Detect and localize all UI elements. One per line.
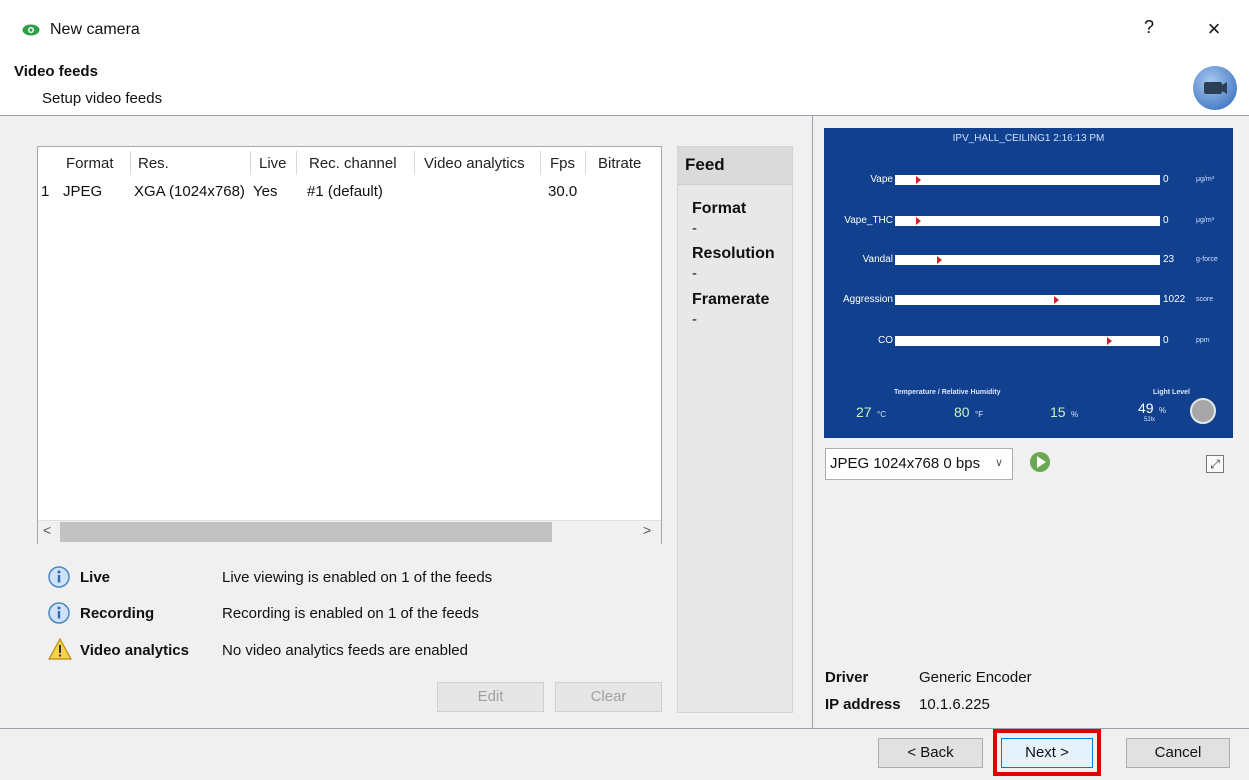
ip-address-value: 10.1.6.225 xyxy=(919,696,990,713)
feed-framerate-label: Framerate xyxy=(692,291,770,308)
column-header-format[interactable]: Format xyxy=(66,155,114,172)
column-header-fps[interactable]: Fps xyxy=(550,155,575,172)
column-divider xyxy=(130,151,131,175)
driver-value: Generic Encoder xyxy=(919,669,1032,686)
summary-recording-label: Recording xyxy=(80,605,155,622)
env-label: Temperature / Relative Humidity xyxy=(894,389,1001,396)
cancel-button[interactable]: Cancel xyxy=(1126,738,1230,768)
step-subtitle: Setup video feeds xyxy=(42,90,163,107)
summary-live-label: Live xyxy=(80,569,111,586)
eye-icon xyxy=(22,24,40,36)
title-bar xyxy=(0,0,1249,58)
metric-label: Vandal xyxy=(862,254,893,265)
temp-f-value: 80 xyxy=(954,404,970,420)
step-header xyxy=(0,58,1249,116)
feed-resolution-label: Resolution xyxy=(692,245,775,262)
feed-select-value: JPEG 1024x768 0 bps xyxy=(830,455,981,472)
feed-format-value: - xyxy=(692,220,697,237)
metric-value: 0 xyxy=(1163,174,1169,185)
column-header-bitrate[interactable]: Bitrate xyxy=(598,155,641,172)
metric-marker xyxy=(1107,337,1112,345)
metric-bar xyxy=(895,255,1160,265)
feed-title: Feed xyxy=(685,155,725,174)
back-button[interactable]: < Back xyxy=(878,738,983,768)
humidity-value: 15 xyxy=(1050,404,1066,420)
cell-live: Yes xyxy=(253,183,278,200)
row-index: 1 xyxy=(41,183,50,200)
light-level-icon xyxy=(1190,398,1216,424)
feeds-table: Format Res. Live Rec. channel Video anal… xyxy=(37,146,662,544)
light-label: Light Level xyxy=(1153,389,1190,396)
info-icon xyxy=(48,602,70,624)
temp-f-unit: °F xyxy=(975,410,984,419)
metric-marker xyxy=(916,217,922,225)
cell-fps: 30.0 xyxy=(548,183,578,200)
metric-unit: μg/m³ xyxy=(1196,217,1215,224)
cell-res: XGA (1024x768) xyxy=(134,183,245,200)
metric-marker xyxy=(916,176,922,184)
play-triangle xyxy=(1037,456,1046,468)
column-divider xyxy=(585,151,586,175)
light-value: 49 xyxy=(1138,400,1154,416)
warning-icon xyxy=(48,638,72,660)
fullscreen-icon[interactable]: ⤢ xyxy=(1206,455,1224,473)
window-title: New camera xyxy=(50,21,140,38)
light-sub: 52lx xyxy=(1144,417,1156,423)
column-header-live[interactable]: Live xyxy=(259,155,287,172)
help-button[interactable]: ? xyxy=(1139,17,1159,38)
metric-value: 1022 xyxy=(1163,294,1186,305)
cell-rec-channel: #1 (default) xyxy=(307,183,383,200)
feed-framerate-value: - xyxy=(692,311,697,328)
metric-label: Vape xyxy=(870,174,893,185)
metric-value: 0 xyxy=(1163,335,1169,346)
step-title: Video feeds xyxy=(14,63,98,80)
metric-marker xyxy=(1054,296,1059,304)
scroll-right-button[interactable]: > xyxy=(643,522,651,538)
metric-unit: g-force xyxy=(1196,256,1218,263)
column-header-video-analytics[interactable]: Video analytics xyxy=(424,155,525,172)
temp-c-value: 27 xyxy=(856,404,872,420)
humidity-unit: % xyxy=(1071,410,1079,419)
metric-bar xyxy=(895,175,1160,185)
metric-marker xyxy=(937,256,943,264)
chevron-down-icon: ∨ xyxy=(995,457,1004,469)
next-button-highlight xyxy=(993,729,1101,776)
metric-value: 0 xyxy=(1163,215,1169,226)
column-header-res[interactable]: Res. xyxy=(138,155,169,172)
metric-unit: μg/m³ xyxy=(1196,176,1215,183)
temp-c-unit: °C xyxy=(877,410,886,419)
column-divider xyxy=(540,151,541,175)
column-header-rec-channel[interactable]: Rec. channel xyxy=(309,155,397,172)
info-icon xyxy=(48,566,70,588)
metric-label: Vape_THC xyxy=(844,215,893,226)
summary-video-analytics-label: Video analytics xyxy=(80,642,189,659)
metric-unit: ppm xyxy=(1196,337,1210,344)
column-divider xyxy=(250,151,251,175)
feed-format-label: Format xyxy=(692,200,747,217)
summary-recording-value: Recording is enabled on 1 of the feeds xyxy=(222,605,479,622)
metric-bar xyxy=(895,336,1160,346)
scrollbar-thumb[interactable] xyxy=(60,522,552,542)
close-button[interactable]: × xyxy=(1200,16,1228,42)
metric-label: Aggression xyxy=(842,294,893,305)
driver-label: Driver xyxy=(825,669,869,686)
metric-label: CO xyxy=(878,335,893,346)
metric-bar xyxy=(895,216,1160,226)
summary-video-analytics-value: No video analytics feeds are enabled xyxy=(222,642,468,659)
ip-address-label: IP address xyxy=(825,696,901,713)
summary-live-value: Live viewing is enabled on 1 of the feed… xyxy=(222,569,493,586)
feed-resolution-value: - xyxy=(692,265,697,282)
scroll-left-button[interactable]: < xyxy=(43,522,51,538)
metric-value: 23 xyxy=(1163,254,1175,265)
edit-button[interactable]: Edit xyxy=(437,682,544,712)
preview-overlay-title: IPV_HALL_CEILING1 2:16:13 PM xyxy=(952,133,1105,144)
clear-button[interactable]: Clear xyxy=(555,682,662,712)
column-divider xyxy=(414,151,415,175)
camera-icon xyxy=(1193,66,1237,110)
light-unit: % xyxy=(1159,406,1167,415)
metric-unit: score xyxy=(1196,296,1214,303)
cell-format: JPEG xyxy=(63,183,103,200)
column-divider xyxy=(296,151,297,175)
metric-bar xyxy=(895,295,1160,305)
